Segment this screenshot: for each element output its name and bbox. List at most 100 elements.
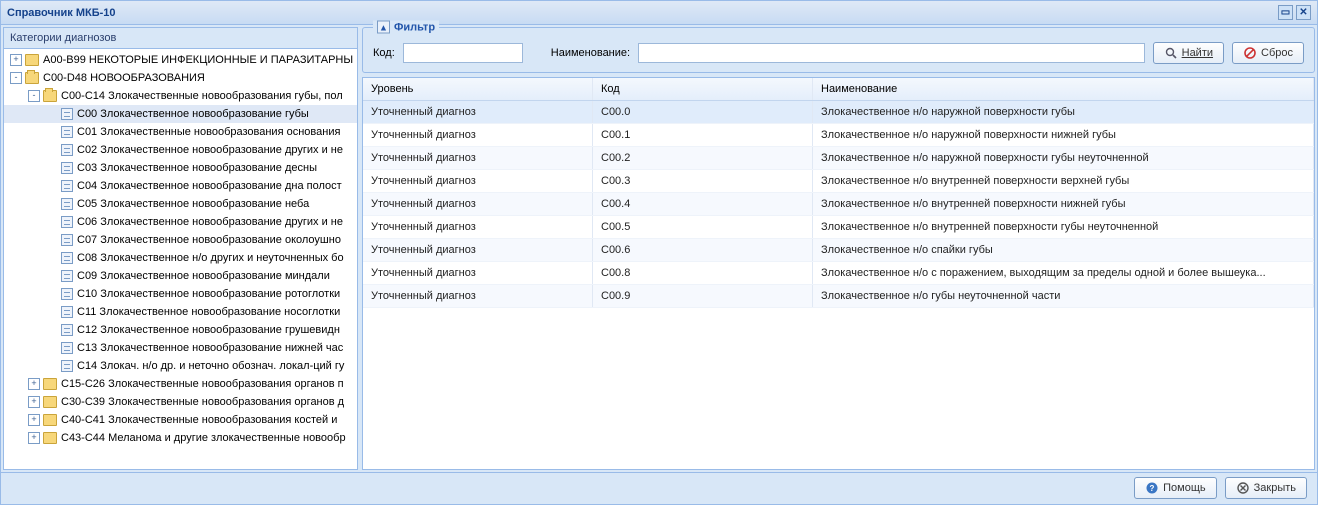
titlebar[interactable]: Справочник МКБ-10 ▭ ✕ [1, 1, 1317, 25]
tree-c06[interactable]: C06 Злокачественное новообразование друг… [4, 213, 357, 231]
tree-node-label: C13 Злокачественное новообразование нижн… [77, 342, 343, 354]
cell-code: C00.0 [593, 101, 813, 123]
footer: ? Помощь Закрыть [1, 472, 1317, 502]
cell-code: C00.4 [593, 193, 813, 215]
close-button-label: Закрыть [1254, 482, 1296, 494]
expand-icon[interactable]: + [28, 378, 40, 390]
document-icon [61, 324, 73, 336]
table-row[interactable]: Уточненный диагнозC00.2Злокачественное н… [363, 147, 1314, 170]
tree-c12[interactable]: C12 Злокачественное новообразование груш… [4, 321, 357, 339]
tree-node-label: C15-C26 Злокачественные новообразования … [61, 378, 344, 390]
tree-c40-c41[interactable]: +C40-C41 Злокачественные новообразования… [4, 411, 357, 429]
tree-node-label: C06 Злокачественное новообразование друг… [77, 216, 343, 228]
cell-name: Злокачественное н/о с поражением, выходя… [813, 262, 1314, 284]
tree-c00[interactable]: C00 Злокачественное новообразование губы [4, 105, 357, 123]
filter-name-input[interactable] [638, 43, 1145, 63]
table-row[interactable]: Уточненный диагнозC00.3Злокачественное н… [363, 170, 1314, 193]
cell-name: Злокачественное н/о наружной поверхности… [813, 147, 1314, 169]
folder-open-icon [43, 90, 57, 102]
categories-panel-title: Категории диагнозов [4, 28, 357, 49]
tree-spacer [46, 198, 58, 210]
table-row[interactable]: Уточненный диагнозC00.9Злокачественное н… [363, 285, 1314, 308]
document-icon [61, 216, 73, 228]
cell-code: C00.9 [593, 285, 813, 307]
grid-body[interactable]: Уточненный диагнозC00.0Злокачественное н… [363, 101, 1314, 469]
table-row[interactable]: Уточненный диагнозC00.0Злокачественное н… [363, 101, 1314, 124]
table-row[interactable]: Уточненный диагнозC00.5Злокачественное н… [363, 216, 1314, 239]
find-button-label: Найти [1182, 47, 1213, 59]
table-row[interactable]: Уточненный диагнозC00.6Злокачественное н… [363, 239, 1314, 262]
filter-title: Фильтр [394, 21, 435, 33]
tree-a00-b99[interactable]: + A00-B99 НЕКОТОРЫЕ ИНФЕКЦИОННЫЕ И ПАРАЗИ… [4, 51, 357, 69]
tree-node-label: C03 Злокачественное новообразование десн… [77, 162, 317, 174]
tree-c05[interactable]: C05 Злокачественное новообразование неба [4, 195, 357, 213]
find-button[interactable]: Найти [1153, 42, 1224, 64]
document-icon [61, 360, 73, 372]
tree-node-label: C00-C14 Злокачественные новообразования … [61, 90, 343, 102]
cell-code: C00.6 [593, 239, 813, 261]
table-row[interactable]: Уточненный диагнозC00.1Злокачественное н… [363, 124, 1314, 147]
tree-c30-c39[interactable]: + C30-C39 Злокачественные новообразования… [4, 393, 357, 411]
reset-button[interactable]: Сброс [1232, 42, 1304, 64]
expand-icon[interactable]: + [28, 432, 40, 444]
document-icon [61, 198, 73, 210]
tree-spacer [46, 234, 58, 246]
restore-button[interactable]: ▭ [1278, 5, 1293, 20]
tree-spacer [46, 252, 58, 264]
grid-header-name[interactable]: Наименование [813, 78, 1314, 100]
grid-header-level[interactable]: Уровень [363, 78, 593, 100]
document-icon [61, 108, 73, 120]
tree-c04[interactable]: C04 Злокачественное новообразование дна … [4, 177, 357, 195]
tree-c00-c14[interactable]: - C00-C14 Злокачественные новообразования… [4, 87, 357, 105]
cell-name: Злокачественное н/о внутренней поверхнос… [813, 170, 1314, 192]
tree-c01[interactable]: C01 Злокачественные новообразования осно… [4, 123, 357, 141]
cell-code: C00.1 [593, 124, 813, 146]
tree-c13[interactable]: C13 Злокачественное новообразование нижн… [4, 339, 357, 357]
categories-panel: Категории диагнозов + A00-B99 НЕКОТОРЫЕ И… [3, 27, 358, 470]
filter-collapse-button[interactable]: ▲ [377, 21, 390, 34]
tree-node-label: C10 Злокачественное новообразование рото… [77, 288, 340, 300]
tree-spacer [46, 180, 58, 192]
expand-icon[interactable]: + [28, 396, 40, 408]
filter-code-label: Код: [373, 47, 395, 59]
grid-header-code[interactable]: Код [593, 78, 813, 100]
cell-level: Уточненный диагноз [363, 147, 593, 169]
tree-spacer [46, 270, 58, 282]
cell-level: Уточненный диагноз [363, 101, 593, 123]
tree-node-label: A00-B99 НЕКОТОРЫЕ ИНФЕКЦИОННЫЕ И ПАРАЗИТ… [43, 54, 353, 66]
cell-level: Уточненный диагноз [363, 239, 593, 261]
tree-c15-c26[interactable]: + C15-C26 Злокачественные новообразования… [4, 375, 357, 393]
tree-c11[interactable]: C11 Злокачественное новообразование носо… [4, 303, 357, 321]
tree-c10[interactable]: C10 Злокачественное новообразование рото… [4, 285, 357, 303]
document-icon [61, 270, 73, 282]
expand-icon[interactable]: + [28, 414, 40, 426]
tree-c00-d48[interactable]: - C00-D48 НОВООБРАЗОВАНИЯ [4, 69, 357, 87]
diagnosis-tree[interactable]: + A00-B99 НЕКОТОРЫЕ ИНФЕКЦИОННЫЕ И ПАРАЗИ… [4, 49, 357, 469]
tree-spacer [46, 162, 58, 174]
close-window-button[interactable]: ✕ [1296, 5, 1311, 20]
collapse-icon[interactable]: - [10, 72, 22, 84]
help-button-label: Помощь [1163, 482, 1206, 494]
tree-node-label: C00-D48 НОВООБРАЗОВАНИЯ [43, 72, 205, 84]
help-button[interactable]: ? Помощь [1134, 477, 1217, 499]
tree-node-label: C09 Злокачественное новообразование минд… [77, 270, 330, 282]
tree-node-label: C07 Злокачественное новообразование окол… [77, 234, 341, 246]
tree-c08[interactable]: C08 Злокачественное н/о других и неуточн… [4, 249, 357, 267]
table-row[interactable]: Уточненный диагнозC00.8Злокачественное н… [363, 262, 1314, 285]
filter-code-input[interactable] [403, 43, 523, 63]
tree-c07[interactable]: C07 Злокачественное новообразование окол… [4, 231, 357, 249]
tree-c03[interactable]: C03 Злокачественное новообразование десн… [4, 159, 357, 177]
tree-node-label: C01 Злокачественные новообразования осно… [77, 126, 340, 138]
tree-node-label: C30-C39 Злокачественные новообразования … [61, 396, 344, 408]
cell-code: C00.8 [593, 262, 813, 284]
expand-icon[interactable]: + [10, 54, 22, 66]
tree-c43-c44[interactable]: +C43-C44 Меланома и другие злокачественн… [4, 429, 357, 447]
tree-c02[interactable]: C02 Злокачественное новообразование друг… [4, 141, 357, 159]
close-button[interactable]: Закрыть [1225, 477, 1307, 499]
forbidden-icon [1243, 46, 1257, 60]
collapse-icon[interactable]: - [28, 90, 40, 102]
tree-c09[interactable]: C09 Злокачественное новообразование минд… [4, 267, 357, 285]
table-row[interactable]: Уточненный диагнозC00.4Злокачественное н… [363, 193, 1314, 216]
tree-spacer [46, 288, 58, 300]
tree-c14[interactable]: C14 Злокач. н/о др. и неточно обознач. л… [4, 357, 357, 375]
